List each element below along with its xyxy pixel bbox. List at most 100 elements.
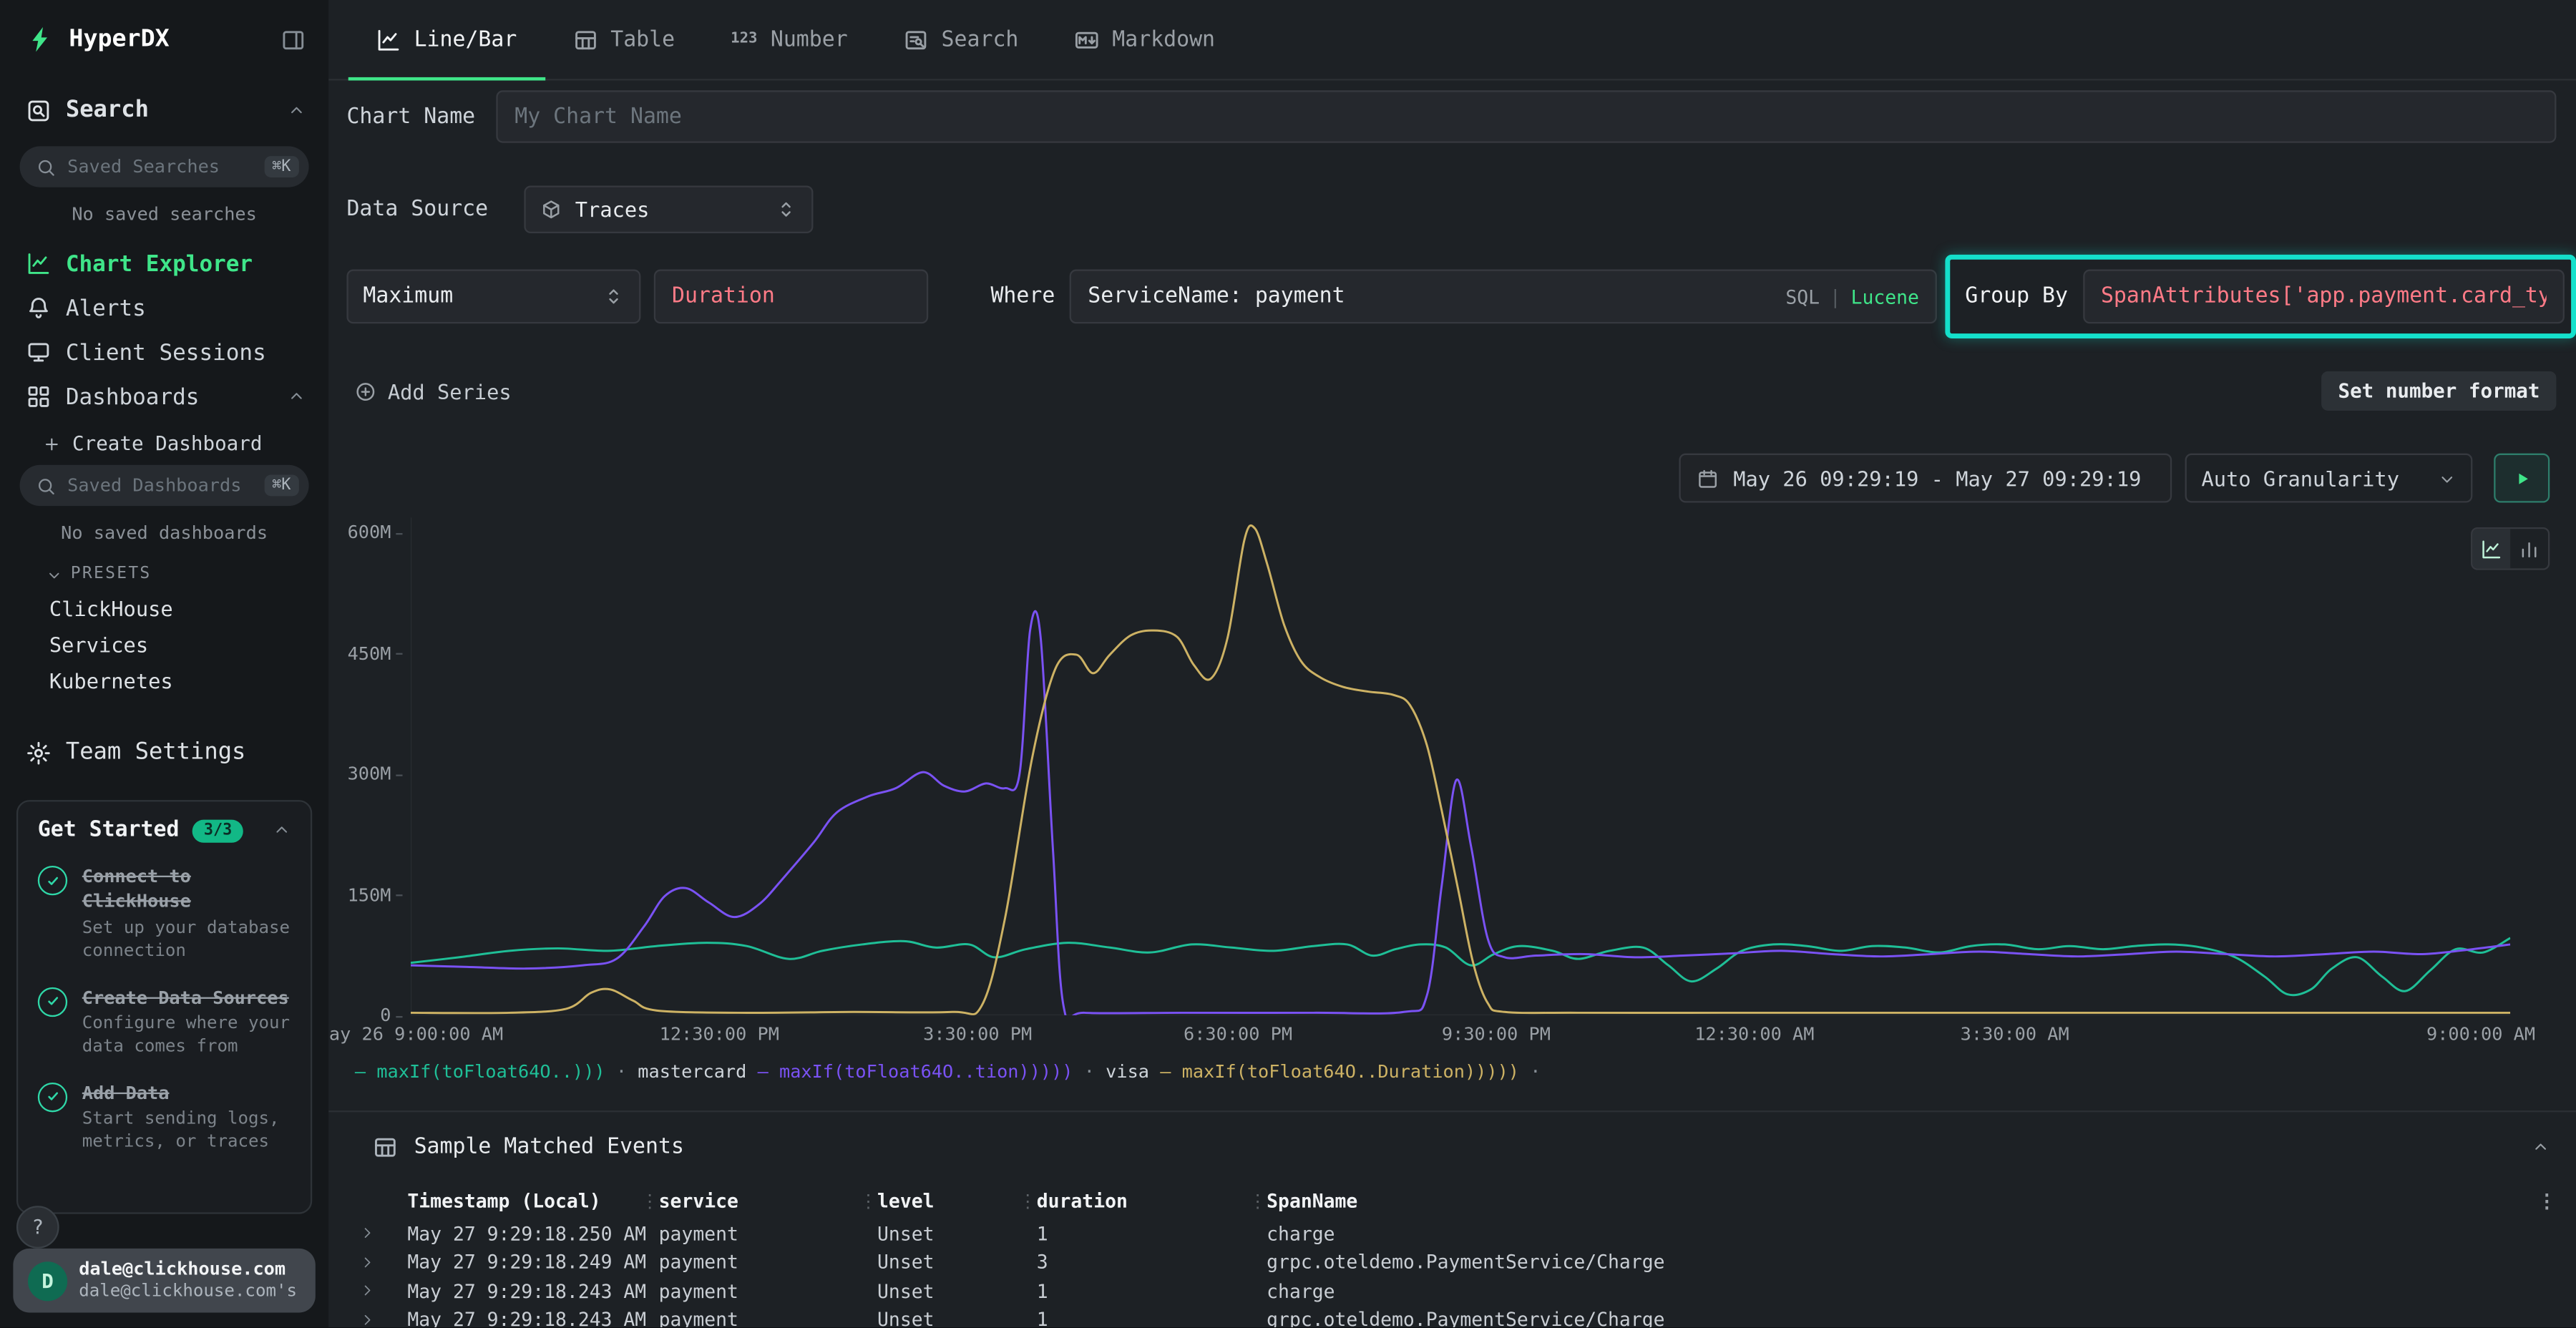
- x-tick-label: 9:30:00 PM: [1442, 1023, 1551, 1045]
- add-series-button[interactable]: Add Series: [355, 379, 512, 403]
- chart-legend: — maxIf(toFloat64O..))) · mastercard — m…: [355, 1061, 1541, 1083]
- table-row[interactable]: May 27 9:29:18.243 AMpaymentUnset1grpc.o…: [355, 1305, 2557, 1327]
- run-query-button[interactable]: [2494, 454, 2550, 503]
- sidebar-item-label: Chart Explorer: [66, 250, 253, 277]
- column-header-duration[interactable]: ⋮duration: [1027, 1189, 1257, 1212]
- tab-label: Table: [610, 27, 675, 52]
- table-row[interactable]: May 27 9:29:18.250 AMpaymentUnset1charge: [355, 1219, 2557, 1248]
- set-number-format-button[interactable]: Set number format: [2322, 371, 2557, 411]
- x-tick-label: 12:30:00 PM: [660, 1023, 779, 1045]
- user-menu[interactable]: D dale@clickhouse.com dale@clickhouse.co…: [13, 1249, 315, 1313]
- help-button[interactable]: ?: [16, 1206, 59, 1249]
- expand-row-icon[interactable]: [355, 1284, 398, 1299]
- presets-toggle[interactable]: PRESETS: [0, 544, 328, 590]
- tab-table[interactable]: Table: [545, 0, 703, 79]
- preset-kubernetes[interactable]: Kubernetes: [0, 662, 328, 698]
- get-started-item-add-data[interactable]: Add DataStart sending logs, metrics, or …: [38, 1080, 291, 1155]
- table-cell: May 27 9:29:18.243 AM: [398, 1308, 649, 1327]
- column-header-service[interactable]: ⋮service: [649, 1189, 867, 1212]
- get-started-header[interactable]: Get Started 3/3: [38, 818, 291, 842]
- x-tick-label: May 26 9:00:00 AM: [328, 1023, 503, 1045]
- aggregation-select[interactable]: Maximum: [346, 270, 640, 324]
- column-header-spanname[interactable]: ⋮SpanName: [1257, 1189, 2520, 1212]
- search-section-header[interactable]: Search: [0, 81, 328, 140]
- traces-icon: [541, 199, 562, 220]
- number-icon: 123: [731, 31, 757, 48]
- lucene-toggle[interactable]: Lucene: [1851, 285, 1919, 308]
- table-row[interactable]: May 27 9:29:18.249 AMpaymentUnset3grpc.o…: [355, 1248, 2557, 1276]
- column-header-level[interactable]: ⋮level: [867, 1189, 1027, 1212]
- saved-searches-input[interactable]: Saved Searches ⌘K: [20, 146, 309, 187]
- where-value: ServiceName: payment: [1088, 284, 1785, 308]
- data-source-select[interactable]: Traces: [525, 185, 814, 233]
- chart: 600M450M300M150M0 May 26 9:00:00 AM12:30…: [328, 509, 2576, 1101]
- tab-number[interactable]: 123Number: [703, 0, 876, 79]
- collapse-sidebar-icon[interactable]: [281, 27, 306, 52]
- chevrons-updown-icon: [603, 285, 625, 307]
- plus-icon: [43, 434, 61, 452]
- where-input[interactable]: ServiceName: payment SQL | Lucene: [1070, 270, 1937, 324]
- granularity-select[interactable]: Auto Granularity: [2185, 454, 2473, 503]
- hyperdx-app: HyperDX Search Saved Searches ⌘K No save…: [0, 0, 2576, 1327]
- expand-row-icon[interactable]: [355, 1226, 398, 1241]
- sample-matched-events-section: Sample Matched Events Timestamp (Local)⋮…: [328, 1110, 2576, 1327]
- group-by-input[interactable]: SpanAttributes['app.payment.card_type']: [2083, 270, 2565, 324]
- table-icon: [572, 27, 597, 52]
- legend-series-name: maxIf(toFloat64O..Duration))))): [1182, 1061, 1519, 1083]
- preset-services[interactable]: Services: [0, 626, 328, 663]
- search-icon: [36, 157, 57, 177]
- column-resize-handle[interactable]: ⋮: [1018, 1191, 1036, 1213]
- data-source-row: Data Source Traces: [346, 185, 813, 233]
- viewport: HyperDX Search Saved Searches ⌘K No save…: [0, 0, 2576, 1328]
- get-started-item-connect-to-clickhouse[interactable]: Connect to ClickHouseSet up your databas…: [38, 864, 291, 964]
- avatar: D: [28, 1261, 67, 1301]
- tab-search[interactable]: Search: [876, 0, 1047, 79]
- shortcut-badge: ⌘K: [264, 475, 299, 497]
- sidebar-item-dashboards[interactable]: Dashboards: [0, 374, 328, 419]
- sidebar-item-team-settings[interactable]: Team Settings: [0, 728, 328, 777]
- get-started-item-text: Add DataStart sending logs, metrics, or …: [82, 1080, 291, 1155]
- tab-label: Markdown: [1112, 27, 1215, 52]
- preset-clickhouse[interactable]: ClickHouse: [0, 590, 328, 626]
- expand-row-icon[interactable]: [355, 1255, 398, 1270]
- field-input[interactable]: Duration: [654, 270, 928, 324]
- saved-dashboards-input[interactable]: Saved Dashboards ⌘K: [20, 465, 309, 506]
- x-tick-label: 6:30:00 PM: [1184, 1023, 1292, 1045]
- column-header-timestamp-local[interactable]: Timestamp (Local): [398, 1189, 649, 1212]
- table-cell: payment: [649, 1251, 867, 1274]
- plus-circle-icon: [355, 381, 376, 402]
- table-options-icon[interactable]: ⋮: [2520, 1189, 2557, 1212]
- get-started-item-desc: Start sending logs, metrics, or traces: [82, 1109, 291, 1155]
- sidebar-item-client-sessions[interactable]: Client Sessions: [0, 330, 328, 374]
- sql-toggle[interactable]: SQL: [1785, 285, 1820, 308]
- legend-swatch: —: [355, 1061, 376, 1083]
- column-header-label: duration: [1037, 1189, 1128, 1212]
- column-resize-handle[interactable]: ⋮: [1249, 1191, 1267, 1213]
- get-started-item-create-data-sources[interactable]: Create Data SourcesConfigure where your …: [38, 985, 291, 1059]
- sidebar-item-label: Dashboards: [66, 384, 200, 410]
- table-cell: 1: [1027, 1222, 1257, 1245]
- collapse-events-icon[interactable]: [2532, 1138, 2550, 1156]
- legend-separator: ·: [605, 1061, 638, 1083]
- x-tick-label: 12:30:00 AM: [1694, 1023, 1814, 1045]
- column-resize-handle[interactable]: ⋮: [640, 1191, 658, 1213]
- sidebar-item-alerts[interactable]: Alerts: [0, 285, 328, 330]
- grid-icon: [26, 384, 51, 409]
- play-icon: [2511, 467, 2532, 489]
- column-header-label: Timestamp (Local): [407, 1189, 600, 1212]
- create-dashboard-button[interactable]: Create Dashboard: [0, 419, 328, 458]
- tab-markdown[interactable]: Markdown: [1046, 0, 1243, 79]
- table-row[interactable]: May 27 9:29:18.243 AMpaymentUnset1charge: [355, 1276, 2557, 1305]
- sidebar-item-chart-explorer[interactable]: Chart Explorer: [0, 242, 328, 286]
- table-cell: payment: [649, 1279, 867, 1302]
- table-header-row: Timestamp (Local)⋮service⋮level⋮duration…: [355, 1184, 2557, 1217]
- expand-row-icon[interactable]: [355, 1312, 398, 1327]
- column-resize-handle[interactable]: ⋮: [859, 1191, 877, 1213]
- date-range-picker[interactable]: May 26 09:29:19 - May 27 09:29:19: [1679, 454, 2172, 503]
- gear-icon: [26, 740, 51, 764]
- chevron-up-icon: [288, 101, 306, 119]
- chart-name-input[interactable]: [497, 90, 2556, 142]
- series-row: Maximum Duration Where ServiceName: paym…: [346, 270, 2576, 324]
- tab-line-bar[interactable]: Line/Bar: [348, 0, 545, 79]
- chevrons-updown-icon: [776, 199, 797, 220]
